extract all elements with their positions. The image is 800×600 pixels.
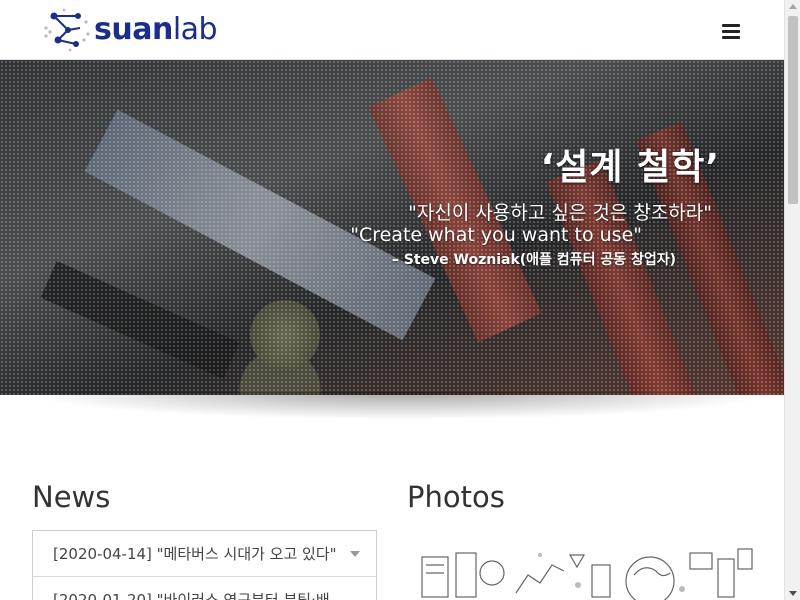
news-item-label: [2020-04-14] "메타버스 시대가 오고 있다" bbox=[53, 545, 337, 563]
scroll-up-arrow-icon[interactable] bbox=[789, 4, 797, 9]
logo-text-suan: suan bbox=[94, 12, 173, 47]
news-list: [2020-04-14] "메타버스 시대가 오고 있다" [2020-01-2… bbox=[32, 530, 377, 600]
photos-heading: Photos bbox=[407, 480, 505, 514]
logo-text-lab: lab bbox=[172, 12, 218, 47]
hero-quote-korean: "자신이 사용하고 싶은 것은 창조하라" bbox=[408, 202, 712, 224]
hero-title: ‘설계 철학’ bbox=[540, 147, 720, 188]
logo-wordmark: suanlab bbox=[94, 8, 218, 52]
news-item-label: [2020-01-20] "바이러스 연구부터 부팅·배 bbox=[53, 591, 330, 600]
scroll-thumb[interactable] bbox=[788, 16, 798, 204]
chevron-down-icon bbox=[350, 551, 360, 557]
site-header: suanlab bbox=[0, 0, 784, 60]
page-scrollbar[interactable] bbox=[784, 0, 800, 600]
hero-quote-english: "Create what you want to use" bbox=[350, 224, 642, 246]
analytics-doodle-image bbox=[421, 548, 753, 600]
scroll-down-arrow-icon[interactable] bbox=[789, 591, 797, 596]
hamburger-menu-icon[interactable] bbox=[722, 24, 740, 40]
hero-banner: ‘설계 철학’ "자신이 사용하고 싶은 것은 창조하라" "Create wh… bbox=[0, 60, 784, 395]
news-heading: News bbox=[32, 480, 111, 514]
hero-shadow bbox=[20, 392, 780, 420]
news-item[interactable]: [2020-04-14] "메타버스 시대가 오고 있다" bbox=[33, 531, 376, 577]
suanlab-logo[interactable]: suanlab bbox=[42, 8, 218, 52]
news-item[interactable]: [2020-01-20] "바이러스 연구부터 부팅·배 bbox=[33, 577, 376, 600]
hero-quote-author: – Steve Wozniak(애플 컴퓨터 공동 창업자) bbox=[391, 252, 676, 268]
network-logo-icon bbox=[44, 8, 90, 52]
photos-thumbnail[interactable] bbox=[420, 545, 755, 600]
